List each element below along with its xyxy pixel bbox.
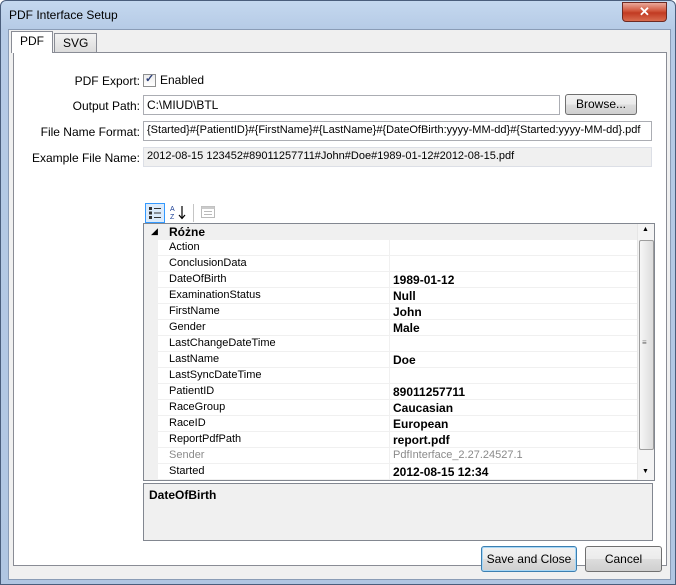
property-grid: ◢ Różne Action ConclusionData DateOfBirt… (143, 223, 655, 481)
scrollbar-thumb[interactable]: ≡ (639, 240, 654, 450)
tab-svg[interactable]: SVG (54, 33, 98, 52)
tab-pdf-label: PDF (20, 34, 44, 48)
collapse-triangle-icon[interactable]: ◢ (151, 226, 158, 237)
property-row-racegroup[interactable]: RaceGroup Caucasian (144, 400, 637, 416)
svg-text:A: A (170, 206, 175, 213)
example-file-name-label: Example File Name: (31, 151, 140, 165)
pdf-interface-setup-window: PDF Interface Setup ✕ PDF SVG PDF Export… (0, 0, 676, 585)
scroll-down-icon[interactable]: ▼ (642, 468, 649, 475)
alphabetical-icon: A Z (170, 206, 186, 221)
property-name: ReportPdfPath (169, 433, 242, 445)
cancel-button[interactable]: Cancel (585, 546, 662, 572)
property-name: PatientID (169, 385, 215, 397)
property-row-conclusiondata[interactable]: ConclusionData (144, 256, 637, 272)
property-value[interactable]: Doe (393, 353, 416, 367)
scroll-up-icon[interactable]: ▲ (642, 226, 649, 233)
property-row-sender[interactable]: Sender PdfInterface_2.27.24527.1 (144, 448, 637, 464)
alphabetical-button[interactable]: A Z (168, 203, 188, 223)
property-row-dateofbirth[interactable]: DateOfBirth 1989-01-12 (144, 272, 637, 288)
tab-pdf[interactable]: PDF (11, 31, 53, 53)
grip-icon: ≡ (642, 338, 647, 347)
property-value: PdfInterface_2.27.24527.1 (393, 449, 523, 461)
property-value[interactable]: 89011257711 (393, 385, 465, 399)
property-pages-icon (201, 206, 215, 218)
property-row-gender[interactable]: Gender Male (144, 320, 637, 336)
category-row[interactable]: ◢ Różne (144, 224, 637, 240)
property-row-examinationstatus[interactable]: ExaminationStatus Null (144, 288, 637, 304)
output-path-input[interactable]: C:\MIUD\BTL (143, 95, 560, 115)
enabled-checkbox[interactable]: ✓ (143, 73, 156, 87)
categorized-button[interactable] (145, 203, 165, 223)
property-name: DateOfBirth (169, 273, 227, 285)
property-row-firstname[interactable]: FirstName John (144, 304, 637, 320)
help-title: DateOfBirth (149, 488, 217, 502)
property-help-panel: DateOfBirth (143, 483, 653, 541)
property-name: RaceID (169, 417, 206, 429)
property-row-lastsyncdatetime[interactable]: LastSyncDateTime (144, 368, 637, 384)
title-bar: PDF Interface Setup ✕ (1, 1, 675, 29)
property-value[interactable]: Null (393, 289, 416, 303)
property-name: Sender (169, 449, 205, 461)
property-value[interactable]: John (393, 305, 422, 319)
output-path-label: Output Path: (72, 99, 140, 113)
property-value[interactable]: Male (393, 321, 420, 335)
property-row-patientid[interactable]: PatientID 89011257711 (144, 384, 637, 400)
property-value[interactable]: Caucasian (393, 401, 453, 415)
window-title: PDF Interface Setup (9, 8, 118, 22)
property-row-reportpdfpath[interactable]: ReportPdfPath report.pdf (144, 432, 637, 448)
dialog-client-area: PDF SVG PDF Export: ✓ Enabled Output Pat… (8, 29, 671, 580)
property-name: Gender (169, 321, 206, 333)
property-name: LastName (169, 353, 220, 365)
svg-text:Z: Z (170, 214, 175, 220)
pdf-tab-page: PDF Export: ✓ Enabled Output Path: C:\MI… (13, 52, 667, 566)
property-value[interactable]: report.pdf (393, 433, 450, 447)
pdf-export-label: PDF Export: (74, 74, 140, 88)
file-name-format-input[interactable]: {Started}#{PatientID}#{FirstName}#{LastN… (143, 121, 652, 141)
property-name: LastSyncDateTime (169, 369, 262, 381)
property-row-started[interactable]: Started 2012-08-15 12:34 (144, 464, 637, 480)
property-value[interactable]: European (393, 417, 448, 431)
browse-button[interactable]: Browse... (565, 94, 637, 115)
property-name: ConclusionData (169, 257, 247, 269)
property-value[interactable]: 2012-08-15 12:34 (393, 465, 488, 479)
property-name: FirstName (169, 305, 220, 317)
close-button[interactable]: ✕ (622, 2, 667, 22)
save-and-close-button[interactable]: Save and Close (481, 546, 577, 572)
property-pages-button[interactable] (198, 203, 218, 223)
checkmark-icon: ✓ (145, 73, 155, 85)
tab-svg-label: SVG (63, 36, 89, 50)
property-row-raceid[interactable]: RaceID European (144, 416, 637, 432)
category-label: Różne (169, 225, 205, 239)
file-name-format-label: File Name Format: (40, 125, 140, 139)
property-grid-scrollbar[interactable]: ▲ ≡ ▼ (637, 224, 654, 480)
property-row-action[interactable]: Action (144, 240, 637, 256)
property-row-lastchangedatetime[interactable]: LastChangeDateTime (144, 336, 637, 352)
property-row-lastname[interactable]: LastName Doe (144, 352, 637, 368)
enabled-checkbox-label[interactable]: Enabled (160, 73, 204, 87)
property-name: ExaminationStatus (169, 289, 261, 301)
toolbar-separator (193, 204, 194, 222)
close-icon: ✕ (639, 4, 650, 19)
categorized-icon (149, 207, 161, 219)
property-name: LastChangeDateTime (169, 337, 276, 349)
property-name: Action (169, 241, 200, 253)
property-name: RaceGroup (169, 401, 226, 413)
property-name: Started (169, 465, 205, 477)
property-value[interactable]: 1989-01-12 (393, 273, 454, 287)
example-file-name-field: 2012-08-15 123452#89011257711#John#Doe#1… (143, 147, 652, 167)
